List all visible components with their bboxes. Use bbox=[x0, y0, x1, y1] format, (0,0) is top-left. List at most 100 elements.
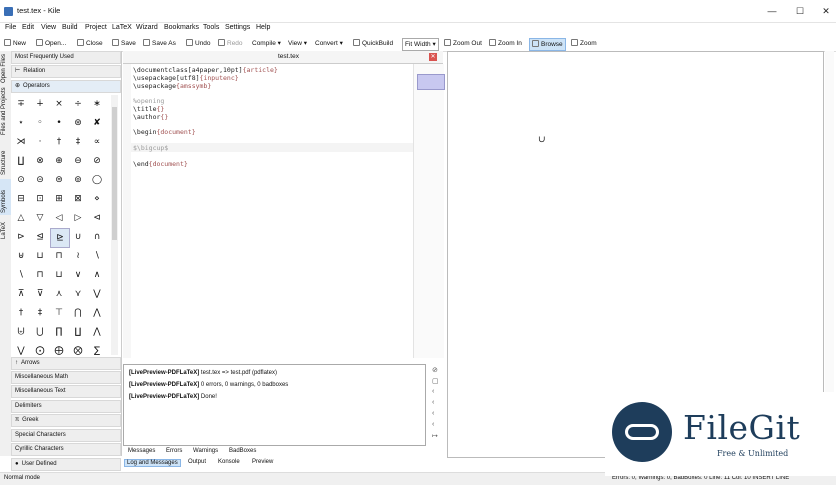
symbol-cell[interactable]: ⊙ bbox=[12, 171, 30, 189]
tab-badboxes[interactable]: BadBoxes bbox=[229, 448, 256, 454]
symbol-cell[interactable]: ⨁ bbox=[50, 342, 68, 355]
tab-latex[interactable]: LaTeX bbox=[0, 217, 11, 241]
menu-project[interactable]: Project bbox=[85, 24, 107, 31]
symbol-cell[interactable]: ⊓ bbox=[31, 266, 49, 284]
menu-help[interactable]: Help bbox=[256, 24, 270, 31]
close-document-button[interactable]: Close bbox=[77, 38, 103, 49]
menu-tools[interactable]: Tools bbox=[203, 24, 219, 31]
symbol-cell[interactable]: ∖ bbox=[88, 247, 106, 265]
menu-build[interactable]: Build bbox=[62, 24, 78, 31]
symbol-cell[interactable]: • bbox=[50, 114, 68, 132]
log-last-icon[interactable]: ‹ bbox=[432, 421, 434, 428]
section-misc-text[interactable]: Miscellaneous Text bbox=[11, 385, 121, 398]
symbol-cell[interactable]: ⊞ bbox=[50, 190, 68, 208]
tab-errors[interactable]: Errors bbox=[166, 448, 182, 454]
maximize-button[interactable]: ☐ bbox=[788, 4, 812, 18]
tab-warnings[interactable]: Warnings bbox=[193, 448, 218, 454]
zoom-tool-button[interactable]: Zoom bbox=[571, 38, 597, 49]
symbol-cell[interactable]: ∖ bbox=[12, 266, 30, 284]
symbol-cell[interactable]: ⊲ bbox=[88, 209, 106, 227]
section-greek[interactable]: π Greek bbox=[11, 414, 121, 427]
code-editor[interactable]: \documentclass[a4paper,10pt]{article} \us… bbox=[123, 64, 413, 358]
symbol-cell[interactable]: ✘ bbox=[88, 114, 106, 132]
symbol-cell[interactable]: ⊘ bbox=[88, 152, 106, 170]
symbol-cell[interactable]: ⊖ bbox=[69, 152, 87, 170]
symbol-cell[interactable]: ⋀ bbox=[88, 304, 106, 322]
tab-structure[interactable]: Structure bbox=[0, 141, 11, 177]
symbol-cell[interactable]: ⊟ bbox=[12, 190, 30, 208]
symbol-cell[interactable]: ⊚ bbox=[69, 171, 87, 189]
section-most-frequently-used[interactable]: Most Frequently Used bbox=[11, 51, 121, 64]
tab-symbols[interactable]: Symbols bbox=[0, 179, 11, 215]
symbol-cell[interactable]: ≀ bbox=[69, 247, 87, 265]
section-user-defined[interactable]: ● User Defined bbox=[11, 458, 121, 471]
symbol-cell[interactable]: ⊕ bbox=[50, 152, 68, 170]
symbol-cell[interactable]: ∗ bbox=[88, 95, 106, 113]
symbol-cell[interactable]: ∩ bbox=[88, 228, 106, 246]
symbol-cell[interactable]: ⨄ bbox=[12, 323, 30, 341]
symbol-cell[interactable]: ▷ bbox=[69, 209, 87, 227]
symbol-cell[interactable]: × bbox=[50, 95, 68, 113]
symbol-cell[interactable]: ⋏ bbox=[50, 285, 68, 303]
symbol-cell[interactable]: ⊛ bbox=[69, 114, 87, 132]
log-next-icon[interactable]: ‹ bbox=[432, 410, 434, 417]
editor-minimap[interactable] bbox=[413, 64, 445, 358]
tab-konsole[interactable]: Konsole bbox=[216, 459, 242, 465]
section-special-characters[interactable]: Special Characters bbox=[11, 429, 121, 442]
log-first-icon[interactable]: ‹ bbox=[432, 388, 434, 395]
symbol-cell[interactable]: ∝ bbox=[88, 133, 106, 151]
log-comment-icon[interactable]: ▢ bbox=[432, 377, 439, 385]
symbol-cell[interactable]: ⊝ bbox=[31, 171, 49, 189]
close-window-button[interactable]: ✕ bbox=[814, 4, 836, 18]
symbol-cell[interactable]: † bbox=[50, 133, 68, 151]
menu-bookmarks[interactable]: Bookmarks bbox=[164, 24, 199, 31]
zoom-out-button[interactable]: Zoom Out bbox=[444, 38, 482, 49]
symbol-cell[interactable]: ⊡ bbox=[31, 190, 49, 208]
symbol-cell[interactable]: ⊳ bbox=[12, 228, 30, 246]
symbol-cell[interactable]: ⋁ bbox=[88, 285, 106, 303]
fit-width-select[interactable]: Fit Width ▾ bbox=[402, 38, 439, 51]
compile-dropdown[interactable]: Compile ▾ bbox=[252, 38, 281, 49]
menu-file[interactable]: File bbox=[5, 24, 16, 31]
undo-button[interactable]: Undo bbox=[186, 38, 211, 49]
quickbuild-button[interactable]: QuickBuild bbox=[353, 38, 393, 49]
symbol-cell[interactable]: † bbox=[12, 304, 30, 322]
symbol-cell[interactable]: ⨀ bbox=[31, 342, 49, 355]
symbol-cell[interactable]: ∏ bbox=[50, 323, 68, 341]
symbol-cell[interactable]: ⊽ bbox=[31, 285, 49, 303]
tab-files-and-projects[interactable]: Files and Projects bbox=[0, 87, 11, 137]
save-as-button[interactable]: Save As bbox=[143, 38, 176, 49]
symbol-cell[interactable]: ▽ bbox=[31, 209, 49, 227]
close-tab-icon[interactable]: ✕ bbox=[429, 53, 437, 61]
symbol-cell[interactable]: ⋃ bbox=[31, 323, 49, 341]
symbol-cell[interactable]: ⋁ bbox=[12, 342, 30, 355]
symbol-cell[interactable]: ⊴ bbox=[31, 228, 49, 246]
symbol-scrollbar-thumb[interactable] bbox=[112, 107, 117, 240]
symbol-cell[interactable]: ∐ bbox=[69, 323, 87, 341]
menu-view[interactable]: View bbox=[41, 24, 56, 31]
symbol-cell[interactable]: ⋊ bbox=[12, 133, 30, 151]
symbol-cell[interactable]: ◦ bbox=[31, 114, 49, 132]
symbol-cell[interactable]: ∐ bbox=[12, 152, 30, 170]
open-button[interactable]: Open... bbox=[36, 38, 66, 49]
symbol-cell[interactable]: ⊵ bbox=[50, 228, 70, 248]
symbol-cell[interactable]: ⊠ bbox=[69, 190, 87, 208]
symbol-cell[interactable]: ⋎ bbox=[69, 285, 87, 303]
symbol-cell[interactable]: ∑ bbox=[88, 342, 106, 355]
minimap-viewport[interactable] bbox=[417, 74, 445, 90]
symbol-cell[interactable]: ∔ bbox=[31, 95, 49, 113]
tab-open-files[interactable]: Open Files bbox=[0, 53, 11, 85]
symbol-cell[interactable]: ⊤ bbox=[50, 304, 68, 322]
symbol-cell[interactable]: ∪ bbox=[69, 228, 87, 246]
menu-latex[interactable]: LaTeX bbox=[112, 24, 132, 31]
save-button[interactable]: Save bbox=[112, 38, 136, 49]
symbol-cell[interactable]: ∧ bbox=[88, 266, 106, 284]
tab-messages[interactable]: Messages bbox=[128, 448, 155, 454]
zoom-in-button[interactable]: Zoom In bbox=[489, 38, 522, 49]
symbol-cell[interactable]: ◯ bbox=[88, 171, 106, 189]
tab-output[interactable]: Output bbox=[186, 459, 208, 465]
symbol-cell[interactable]: ÷ bbox=[69, 95, 87, 113]
section-misc-math[interactable]: Miscellaneous Math bbox=[11, 371, 121, 384]
symbol-cell[interactable]: ⊜ bbox=[50, 171, 68, 189]
symbol-cell[interactable]: ⋆ bbox=[12, 114, 30, 132]
